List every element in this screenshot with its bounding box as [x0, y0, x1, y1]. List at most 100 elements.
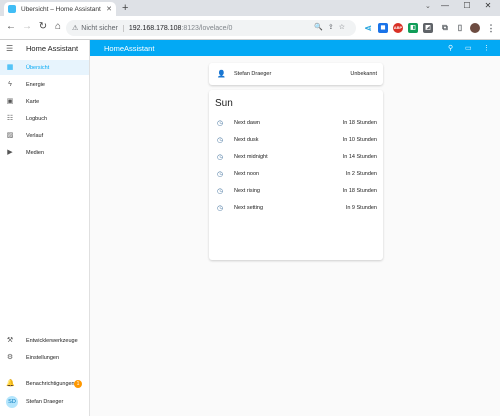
browser-toolbar: ← → ↻ ⌂ ⚠ Nicht sicher 192.168.178.108 :…: [0, 16, 500, 40]
more-options-icon[interactable]: ⋮: [483, 44, 490, 52]
sun-card: Sun ◷ Next dawn In 18 Stunden ◷ Next dus…: [209, 90, 383, 260]
sidebar-header: ☰ Home Assistant: [0, 40, 89, 56]
sidebar-item-logbuch[interactable]: ☷ Logbuch: [0, 111, 89, 126]
clock-icon: ◷: [217, 171, 224, 178]
lightning-icon: ϟ: [8, 80, 12, 88]
adblock-icon[interactable]: ABP: [393, 23, 403, 33]
sun-row-value: In 18 Stunden: [342, 120, 377, 126]
sun-row-next-rising[interactable]: ◷ Next rising In 18 Stunden: [209, 183, 383, 200]
sidebar-item-uebersicht[interactable]: ▦ Übersicht: [0, 60, 89, 75]
url-path: :8123/lovelace/0: [181, 24, 233, 32]
history-icon: ▨: [6, 131, 14, 139]
sun-row-next-dawn[interactable]: ◷ Next dawn In 18 Stunden: [209, 115, 383, 132]
sun-row-name: Next midnight: [234, 154, 268, 160]
person-icon: 👤: [217, 71, 226, 78]
sidebar-item-karte[interactable]: ▣ Karte: [0, 94, 89, 109]
tab-title: Übersicht – Home Assistant: [21, 5, 101, 13]
media-icon: ▶: [7, 148, 13, 156]
sidebar-item-energie[interactable]: ϟ Energie: [0, 77, 89, 92]
sun-row-value: In 2 Stunden: [345, 171, 377, 177]
tab-search-icon[interactable]: ⌄: [425, 2, 431, 10]
sun-row-next-setting[interactable]: ◷ Next setting In 9 Stunden: [209, 200, 383, 217]
address-bar[interactable]: ⚠ Nicht sicher 192.168.178.108 :8123/lov…: [66, 20, 356, 36]
forward-icon[interactable]: →: [21, 21, 33, 33]
back-icon[interactable]: ←: [5, 21, 17, 33]
sun-row-next-dusk[interactable]: ◷ Next dusk In 10 Stunden: [209, 132, 383, 149]
clock-icon: ◷: [217, 154, 224, 161]
map-icon: ▣: [6, 97, 14, 105]
person-state: Unbekannt: [350, 71, 377, 77]
page-title: HomeAssistant: [104, 43, 155, 53]
clock-icon: ◷: [217, 137, 224, 144]
sidebar-item-label: Energie: [26, 81, 45, 88]
sidebar-toggle-icon[interactable]: ▯: [455, 23, 465, 33]
sidebar-item-label: Entwicklerwerkzeuge: [26, 337, 78, 344]
sidebar-item-einstellungen[interactable]: ⚙ Einstellungen: [0, 350, 89, 365]
dashboard-icon: ▦: [6, 63, 14, 71]
gear-icon: ⚙: [6, 353, 14, 361]
sidebar-item-label: Übersicht: [26, 64, 50, 71]
extension-icon[interactable]: ◩: [423, 23, 433, 33]
home-assistant-favicon-icon: [8, 5, 16, 13]
extensions-puzzle-icon[interactable]: ⧉: [440, 23, 450, 33]
security-status: Nicht sicher: [81, 24, 124, 32]
warning-icon: ⚠: [72, 25, 79, 32]
minimize-icon[interactable]: —: [438, 1, 452, 10]
tab-close-icon[interactable]: ✕: [106, 5, 112, 13]
profile-avatar[interactable]: [470, 23, 480, 33]
browser-tabstrip: Übersicht – Home Assistant ✕ + ⌄ — ☐ ✕: [0, 0, 500, 16]
extension-icon[interactable]: ◼: [378, 23, 388, 33]
sidebar: ☰ Home Assistant ▦ Übersicht ϟ Energie ▣…: [0, 40, 90, 416]
person-name: Stefan Draeger: [234, 71, 272, 77]
maximize-icon[interactable]: ☐: [460, 1, 474, 10]
sun-row-name: Next dawn: [234, 120, 260, 126]
omnibox-icons[interactable]: 🔍⇪☆: [314, 23, 350, 31]
sidebar-item-label: Einstellungen: [26, 354, 60, 361]
menu-icon[interactable]: ☰: [6, 44, 18, 53]
sidebar-item-medien[interactable]: ▶ Medien: [0, 145, 89, 160]
clock-icon: ◷: [217, 188, 224, 195]
sun-row-name: Next noon: [234, 171, 260, 177]
clock-icon: ◷: [217, 120, 224, 127]
sun-row-name: Next dusk: [234, 137, 259, 143]
reload-icon[interactable]: ↻: [37, 21, 49, 33]
sidebar-item-user[interactable]: SD Stefan Draeger: [0, 394, 89, 409]
notification-count-badge: 1: [74, 380, 82, 388]
browser-tab[interactable]: Übersicht – Home Assistant ✕: [4, 2, 116, 16]
sun-row-value: In 14 Stunden: [342, 154, 377, 160]
clock-icon: ◷: [217, 205, 224, 212]
avatar: SD: [6, 395, 18, 408]
search-icon[interactable]: ⚲: [448, 44, 453, 52]
person-card[interactable]: 👤 Stefan Draeger Unbekannt: [209, 63, 383, 85]
extension-icon[interactable]: ◧: [408, 23, 418, 33]
sidebar-item-label: Verlauf: [26, 132, 44, 139]
user-name: Stefan Draeger: [26, 398, 64, 405]
sun-row-name: Next setting: [234, 205, 264, 211]
sun-row-name: Next rising: [234, 188, 260, 194]
sun-row-value: In 18 Stunden: [342, 188, 377, 194]
bell-icon: 🔔: [6, 379, 15, 387]
more-menu-icon[interactable]: ⋮: [486, 23, 496, 33]
sidebar-item-label: Benachrichtigungen: [26, 380, 75, 387]
sidebar-title: Home Assistant: [26, 43, 79, 53]
sun-row-value: In 9 Stunden: [345, 205, 377, 211]
sidebar-item-label: Logbuch: [26, 115, 48, 122]
close-window-icon[interactable]: ✕: [481, 1, 495, 10]
logbook-icon: ☷: [6, 114, 14, 122]
sidebar-item-label: Medien: [26, 149, 45, 156]
sun-row-next-noon[interactable]: ◷ Next noon In 2 Stunden: [209, 166, 383, 183]
share-icon[interactable]: ⋖: [363, 23, 373, 33]
sidebar-item-verlauf[interactable]: ▨ Verlauf: [0, 128, 89, 143]
home-assistant-app: ☰ Home Assistant ▦ Übersicht ϟ Energie ▣…: [0, 40, 500, 416]
new-tab-icon[interactable]: +: [122, 2, 128, 14]
assist-chat-icon[interactable]: ▭: [465, 44, 472, 52]
card-title: Sun: [215, 98, 233, 109]
sun-row-next-midnight[interactable]: ◷ Next midnight In 14 Stunden: [209, 149, 383, 166]
sidebar-item-entwicklerwerkzeuge[interactable]: ⚒ Entwicklerwerkzeuge: [0, 333, 89, 348]
home-icon[interactable]: ⌂: [52, 21, 64, 33]
url-host: 192.168.178.108: [128, 24, 182, 32]
sidebar-item-label: Karte: [26, 98, 40, 105]
app-header: HomeAssistant ⚲ ▭ ⋮: [90, 40, 500, 56]
hammer-icon: ⚒: [6, 336, 14, 344]
sun-row-value: In 10 Stunden: [342, 137, 377, 143]
